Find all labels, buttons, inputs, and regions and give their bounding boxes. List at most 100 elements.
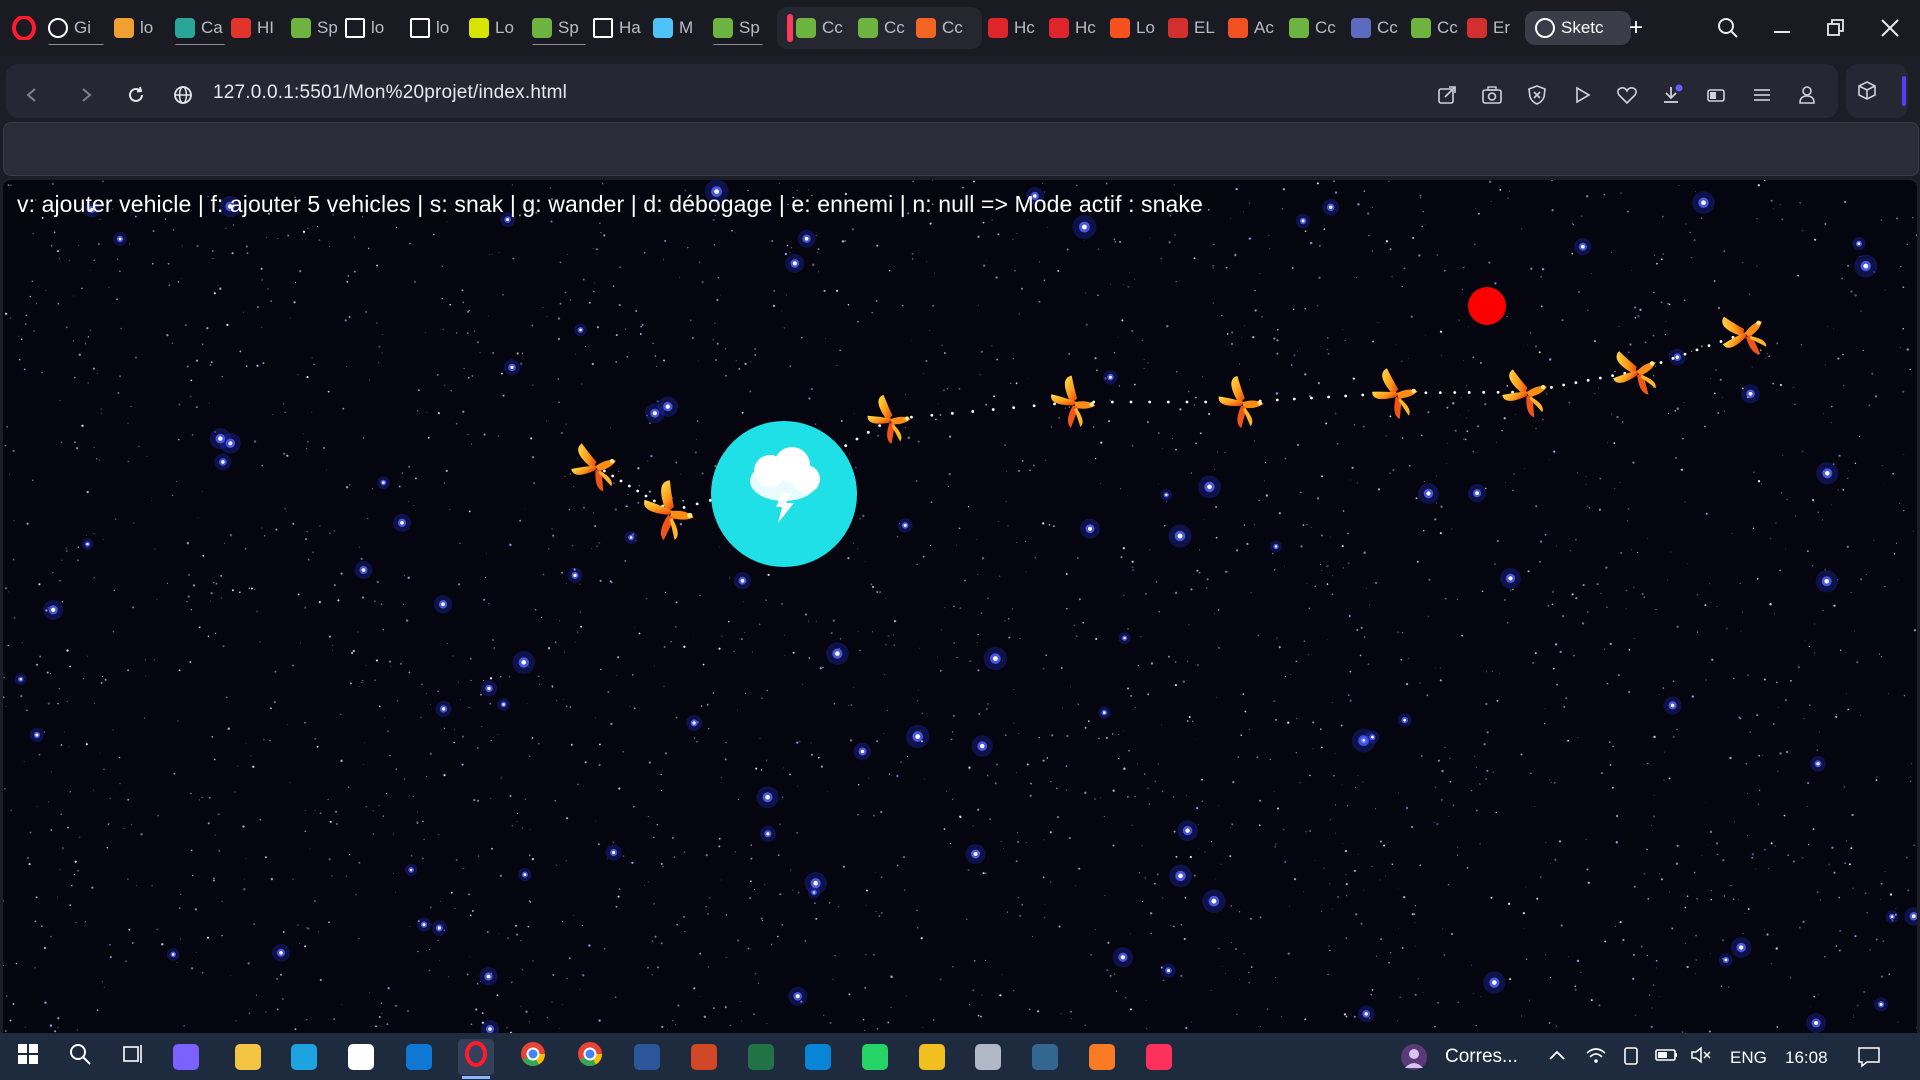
tab-label: M — [679, 18, 694, 37]
taskbar-excel-button[interactable] — [743, 1039, 779, 1075]
trail-dot — [1012, 406, 1016, 410]
taskbar-edge-button[interactable] — [286, 1039, 322, 1075]
trail-dot — [1053, 402, 1056, 406]
share-button[interactable] — [1432, 80, 1462, 110]
tab-23[interactable]: Er — [1467, 11, 1513, 45]
tab-label: Sketc — [1561, 18, 1604, 37]
trail-dot — [1719, 340, 1723, 343]
clock[interactable]: 16:08 — [1785, 1048, 1828, 1068]
taskbar-copilot-button[interactable] — [168, 1039, 204, 1075]
player-button[interactable] — [1567, 80, 1597, 110]
tab-label: Cc — [1377, 18, 1398, 37]
taskbar-outlook-button[interactable] — [401, 1039, 437, 1075]
tab-1[interactable]: lo — [114, 11, 168, 45]
restore-button[interactable] — [1820, 12, 1852, 44]
tab-11[interactable]: Sp — [713, 11, 763, 45]
tab-2[interactable]: Ca — [175, 11, 225, 45]
opera-logo-icon — [12, 15, 36, 41]
extensions-button[interactable] — [1852, 76, 1882, 106]
tab-12[interactable]: Cc — [796, 11, 848, 45]
amos-icon — [469, 18, 489, 38]
opera-menu-button[interactable] — [12, 15, 36, 41]
volume-button[interactable] — [1690, 1046, 1712, 1069]
cube-icon — [1858, 81, 1876, 100]
app-icon — [919, 1044, 945, 1070]
trail-dot — [844, 444, 848, 448]
tab-16[interactable]: Hc — [1049, 11, 1101, 45]
tab-0[interactable]: Gi — [48, 11, 104, 45]
taskbar-vscode-button[interactable] — [800, 1039, 836, 1075]
profile-button[interactable] — [1792, 80, 1822, 110]
share-icon — [1438, 86, 1456, 104]
show-hidden-icons-button[interactable] — [1548, 1046, 1566, 1067]
tab-21[interactable]: Cc — [1351, 11, 1403, 45]
taskbar-chrome-profile-button[interactable] — [572, 1039, 608, 1075]
tab-7[interactable]: Lo — [469, 11, 525, 45]
trail-dot — [1110, 400, 1114, 404]
tab-3[interactable]: HI — [231, 11, 281, 45]
easy-setup-button[interactable] — [1747, 80, 1777, 110]
tab-18[interactable]: EL — [1168, 11, 1220, 45]
tab-9[interactable]: Ha — [593, 11, 645, 45]
notification-text[interactable]: Corres... — [1445, 1046, 1518, 1068]
taskbar-app-button[interactable] — [914, 1039, 950, 1075]
url-field[interactable]: 127.0.0.1:5501/Mon%20projet/index.html — [213, 82, 567, 104]
taskbar-whatsapp-button[interactable] — [857, 1039, 893, 1075]
taskbar-search-button[interactable] — [62, 1039, 98, 1075]
tab-17[interactable]: Lo — [1110, 11, 1160, 45]
back-button[interactable] — [18, 81, 46, 109]
tab-label: Cc — [942, 18, 963, 37]
notification-avatar[interactable] — [1397, 1039, 1431, 1075]
tab-5[interactable]: lo — [345, 11, 403, 45]
xampp-icon — [1089, 1044, 1115, 1070]
taskbar-word-button[interactable] — [629, 1039, 665, 1075]
tab-label: lo — [436, 18, 450, 37]
taskbar-file-explorer-button[interactable] — [230, 1039, 266, 1075]
taskbar-postgres-button[interactable] — [1027, 1039, 1063, 1075]
tab-group-indicator[interactable] — [787, 14, 793, 42]
whatsapp-icon — [862, 1044, 888, 1070]
tab-10[interactable]: M — [653, 11, 707, 45]
tab-8[interactable]: Sp — [532, 11, 586, 45]
taskbar-opera-button[interactable] — [458, 1039, 494, 1079]
store-icon — [348, 1044, 374, 1070]
tab-20[interactable]: Cc — [1289, 11, 1343, 45]
tab-6[interactable]: lo — [410, 11, 462, 45]
notifications-button[interactable] — [1857, 1046, 1881, 1073]
site-info-button[interactable] — [169, 81, 197, 109]
taskbar-intellij-button[interactable] — [1141, 1039, 1177, 1075]
language-indicator[interactable]: ENG — [1730, 1048, 1767, 1068]
forward-button[interactable] — [72, 81, 100, 109]
tab-19[interactable]: Ac — [1228, 11, 1280, 45]
downloads-button[interactable] — [1657, 80, 1687, 110]
vehicle-phoenix-7 — [1495, 360, 1556, 425]
tab-4[interactable]: Sp — [291, 11, 339, 45]
trail-dot — [1129, 400, 1133, 404]
taskbar-chrome-button[interactable] — [515, 1039, 551, 1075]
battery-saver-button[interactable] — [1702, 80, 1732, 110]
taskbar-start-button[interactable] — [10, 1039, 46, 1075]
windows-taskbar: Corres... ENG 16:08 — [0, 1033, 1920, 1080]
battery-button[interactable] — [1655, 1046, 1679, 1069]
new-tab-button[interactable]: + — [1623, 11, 1649, 45]
tab-24[interactable]: Sketc — [1525, 11, 1631, 45]
network-button[interactable] — [1585, 1046, 1607, 1069]
taskbar-vpn-button[interactable] — [970, 1039, 1006, 1075]
tab-14[interactable]: Cc — [916, 11, 968, 45]
tab-22[interactable]: Cc — [1411, 11, 1461, 45]
reload-button[interactable] — [122, 81, 150, 109]
tab-15[interactable]: Hc — [988, 11, 1040, 45]
p5-sketch-canvas[interactable]: v: ajouter vehicle | f: ajouter 5 vehicl… — [3, 180, 1917, 1033]
taskbar-powerpoint-button[interactable] — [686, 1039, 722, 1075]
taskbar-store-button[interactable] — [343, 1039, 379, 1075]
minimize-button[interactable] — [1766, 12, 1798, 44]
device-button[interactable] — [1622, 1046, 1640, 1071]
snapshot-button[interactable] — [1477, 80, 1507, 110]
close-button[interactable] — [1874, 12, 1906, 44]
taskbar-xampp-button[interactable] — [1084, 1039, 1120, 1075]
taskbar-task-view-button[interactable] — [115, 1039, 151, 1075]
tab-13[interactable]: Cc — [858, 11, 908, 45]
favorites-button[interactable] — [1612, 80, 1642, 110]
search-tabs-button[interactable] — [1712, 12, 1744, 44]
adblock-button[interactable] — [1522, 80, 1552, 110]
